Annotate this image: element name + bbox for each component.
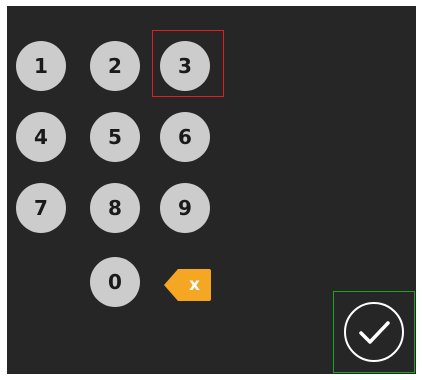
key-6[interactable]: 6 <box>160 112 210 162</box>
backspace-button[interactable]: x <box>164 269 211 301</box>
key-label: 4 <box>34 125 48 149</box>
key-3[interactable]: 3 <box>160 41 210 91</box>
confirm-button[interactable] <box>343 301 405 363</box>
key-7[interactable]: 7 <box>16 183 66 233</box>
backspace-label: x <box>189 275 200 295</box>
key-label: 2 <box>108 54 122 78</box>
key-1[interactable]: 1 <box>16 41 66 91</box>
key-5[interactable]: 5 <box>90 112 140 162</box>
key-8[interactable]: 8 <box>90 183 140 233</box>
key-label: 5 <box>108 125 122 149</box>
key-2[interactable]: 2 <box>90 41 140 91</box>
key-9[interactable]: 9 <box>160 183 210 233</box>
key-label: 0 <box>108 270 122 294</box>
key-label: 9 <box>178 196 192 220</box>
key-4[interactable]: 4 <box>16 112 66 162</box>
key-label: 1 <box>34 54 48 78</box>
key-label: 8 <box>108 196 122 220</box>
keypad-screen: 1 2 3 4 5 6 7 8 9 0 x <box>7 6 416 374</box>
key-label: 6 <box>178 125 192 149</box>
key-0[interactable]: 0 <box>90 257 140 307</box>
checkmark-icon <box>344 302 404 362</box>
key-label: 3 <box>178 54 192 78</box>
key-label: 7 <box>34 196 48 220</box>
